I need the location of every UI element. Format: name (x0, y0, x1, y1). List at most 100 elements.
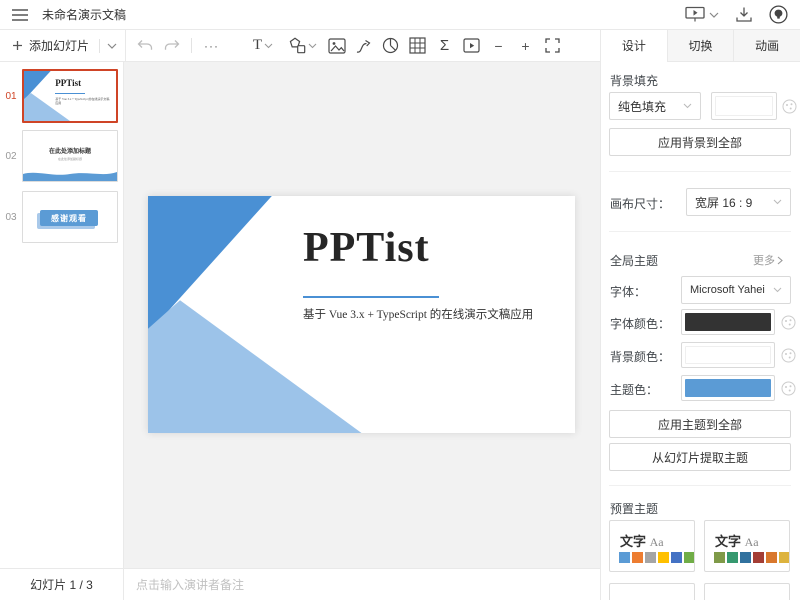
curve-line-icon (355, 38, 372, 54)
slide-number: 01 (0, 91, 22, 102)
thumb-title: 感谢观看 (51, 213, 87, 224)
more-tools-button[interactable]: ··· (198, 32, 225, 59)
export-button[interactable] (735, 6, 753, 23)
editor-canvas[interactable]: PPTist 基于 Vue 3.x + TypeScript 的在线演示文稿应用 (124, 62, 600, 568)
toolbar: 添加幻灯片 ··· (0, 30, 600, 62)
table-icon (409, 37, 426, 54)
redo-button[interactable] (158, 32, 185, 59)
apply-theme-to-all-button[interactable]: 应用主题到全部 (609, 410, 791, 438)
fill-type-select[interactable]: 纯色填充 (609, 92, 701, 120)
slide-thumbnail-1[interactable]: PPTist 基于 Vue 3.x + TypeScript 的在线演示文稿应用 (22, 69, 118, 123)
slideshow-icon (685, 6, 705, 23)
chevron-right-icon (777, 256, 783, 265)
add-slide-dropdown-button[interactable] (100, 43, 119, 49)
zoom-in-button[interactable]: + (512, 32, 539, 59)
chevron-down-icon (773, 287, 782, 293)
theme-color-swatch (714, 552, 725, 563)
undo-button[interactable] (131, 32, 158, 59)
redo-icon (163, 39, 181, 52)
github-link[interactable] (769, 5, 788, 24)
current-slide[interactable]: PPTist 基于 Vue 3.x + TypeScript 的在线演示文稿应用 (148, 196, 575, 433)
chevron-down-icon (107, 43, 117, 49)
pptist-app: 未命名演示文稿 (0, 0, 800, 600)
insert-image-button[interactable] (323, 32, 350, 59)
divider (609, 485, 791, 486)
theme-color-swatch (671, 552, 682, 563)
theme-font-select[interactable]: Microsoft Yahei (681, 276, 791, 304)
add-slide-button[interactable]: 添加幻灯片 (29, 37, 89, 54)
theme-color-swatch (684, 552, 695, 563)
divider (609, 171, 791, 172)
preset-theme-card-3[interactable] (609, 583, 695, 600)
slide-title-textbox[interactable]: PPTist (303, 224, 430, 272)
theme-color-swatch (658, 552, 669, 563)
chevron-down-icon (308, 43, 317, 49)
palette-icon (781, 381, 796, 396)
theme-color-swatch (753, 552, 764, 563)
insert-chart-button[interactable] (377, 32, 404, 59)
theme-color-swatch (740, 552, 751, 563)
speaker-notes-input[interactable]: 点击输入演讲者备注 (124, 568, 600, 600)
font-label: 字体： (610, 283, 646, 300)
recent-colors-button[interactable] (782, 99, 797, 114)
insert-formula-button[interactable]: Σ (431, 32, 458, 59)
insert-media-button[interactable] (458, 32, 485, 59)
slide-divider-line[interactable] (303, 296, 439, 298)
palette-icon (781, 315, 796, 330)
canvas-size-label: 画布尺寸： (610, 195, 670, 212)
preset-theme-card-1[interactable]: 文字 Aa (609, 520, 695, 572)
background-color-label: 背景颜色： (610, 348, 670, 365)
preset-theme-card-2[interactable]: 文字 Aa (704, 520, 790, 572)
slide-subtitle-textbox[interactable]: 基于 Vue 3.x + TypeScript 的在线演示文稿应用 (303, 306, 533, 322)
theme-color-label: 主题色： (610, 381, 658, 398)
palette-icon (782, 99, 797, 114)
theme-background-color-picker[interactable] (681, 342, 775, 368)
zoom-out-button[interactable]: − (485, 32, 512, 59)
document-title[interactable]: 未命名演示文稿 (42, 6, 126, 23)
font-color-label: 字体颜色： (610, 315, 670, 332)
github-icon (769, 5, 788, 24)
theme-color-swatch (779, 552, 790, 563)
insert-table-button[interactable] (404, 32, 431, 59)
header-actions (685, 5, 800, 24)
canvas-size-select[interactable]: 宽屏 16 : 9 (686, 188, 791, 216)
media-icon (463, 37, 480, 54)
extract-theme-from-slide-button[interactable]: 从幻灯片提取主题 (609, 443, 791, 471)
hamburger-menu-icon (11, 8, 29, 22)
design-panel: 背景填充 纯色填充 应用背景到全部 画布尺寸： 宽屏 16 : 9 全 (600, 62, 800, 600)
divider (191, 38, 192, 53)
tab-animation[interactable]: 动画 (733, 30, 800, 62)
tab-design[interactable]: 设计 (601, 30, 667, 62)
theme-color-picker[interactable] (681, 375, 775, 401)
chevron-down-icon (709, 12, 719, 18)
tool-buttons: ··· T (126, 30, 600, 61)
preset-theme-card-4[interactable] (704, 583, 790, 600)
panel-tabs: 设计 切换 动画 (600, 30, 800, 62)
tab-transition[interactable]: 切换 (667, 30, 734, 62)
background-color-picker[interactable] (711, 92, 777, 120)
slide-thumbnail-3[interactable]: 感谢观看 (22, 191, 118, 243)
slide-thumbnail-2[interactable]: 在此处添加标题 在此处添加副标题 (22, 130, 118, 182)
fullscreen-icon (545, 38, 560, 53)
recent-colors-button[interactable] (781, 315, 796, 330)
header: 未命名演示文稿 (0, 0, 800, 30)
theme-font-color-picker[interactable] (681, 309, 775, 335)
slide-number: 02 (0, 151, 22, 162)
apply-background-to-all-button[interactable]: 应用背景到全部 (609, 128, 791, 156)
insert-line-button[interactable] (350, 32, 377, 59)
thumb-subtitle: 在此处添加副标题 (23, 157, 117, 161)
theme-more-button[interactable]: 更多 (753, 252, 783, 268)
plus-icon (12, 40, 23, 51)
main-menu-button[interactable] (0, 0, 40, 30)
start-slideshow-button[interactable] (685, 6, 719, 23)
theme-color-swatch (632, 552, 643, 563)
theme-color-swatch (645, 552, 656, 563)
insert-shape-button[interactable] (283, 32, 323, 59)
thumb-subtitle: 基于 Vue 3.x + TypeScript 的在线演示文稿应用 (55, 97, 110, 105)
recent-colors-button[interactable] (781, 381, 796, 396)
fit-screen-button[interactable] (539, 32, 566, 59)
add-slide-zone: 添加幻灯片 (0, 30, 126, 61)
recent-colors-button[interactable] (781, 348, 796, 363)
theme-color-swatch (727, 552, 738, 563)
insert-text-button[interactable]: T (243, 32, 283, 59)
